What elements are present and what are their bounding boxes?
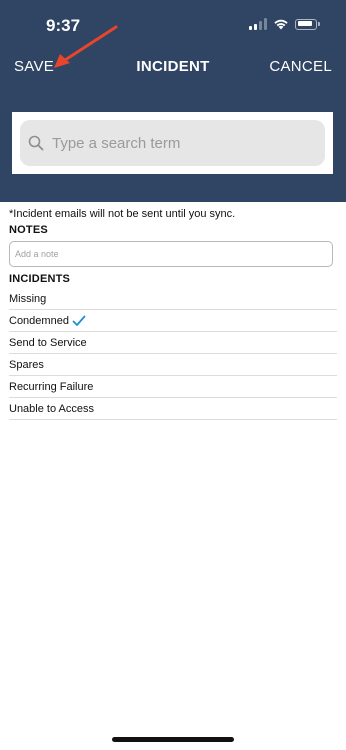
sync-notice: *Incident emails will not be sent until … xyxy=(9,208,236,220)
incident-item-send-to-service[interactable]: Send to Service xyxy=(9,332,337,354)
search-input[interactable] xyxy=(50,133,304,153)
incidents-label: INCIDENTS xyxy=(9,273,71,285)
incident-item-recurring-failure[interactable]: Recurring Failure xyxy=(9,376,337,398)
incident-item-missing[interactable]: Missing xyxy=(9,288,337,310)
wifi-icon xyxy=(274,19,288,30)
incident-item-unable-to-access[interactable]: Unable to Access xyxy=(9,398,337,420)
search-container xyxy=(12,112,333,174)
incident-list: Missing Condemned Send to Service Spares… xyxy=(9,288,337,420)
battery-tip xyxy=(318,22,320,26)
cellular-signal-icon xyxy=(249,18,267,30)
notes-input[interactable] xyxy=(9,241,333,267)
incident-item-label: Recurring Failure xyxy=(9,380,94,393)
header-bar: 9:37 SAVE INCIDENT CANCEL xyxy=(0,0,346,202)
annotation-arrow-icon xyxy=(54,25,118,68)
incident-item-label: Send to Service xyxy=(9,336,87,349)
status-icons xyxy=(249,18,320,30)
cancel-button[interactable]: CANCEL xyxy=(269,58,332,75)
search-bar[interactable] xyxy=(20,120,325,166)
incident-item-label: Unable to Access xyxy=(9,402,94,415)
incident-item-condemned[interactable]: Condemned xyxy=(9,310,337,332)
incident-item-label: Missing xyxy=(9,292,47,305)
battery-icon xyxy=(295,18,317,30)
checkmark-icon xyxy=(72,315,86,327)
search-icon xyxy=(28,135,44,151)
incident-item-label: Condemned xyxy=(9,314,69,327)
home-indicator[interactable] xyxy=(112,737,234,742)
incident-item-spares[interactable]: Spares xyxy=(9,354,337,376)
notes-label: NOTES xyxy=(9,224,48,236)
incident-item-label: Spares xyxy=(9,358,44,371)
